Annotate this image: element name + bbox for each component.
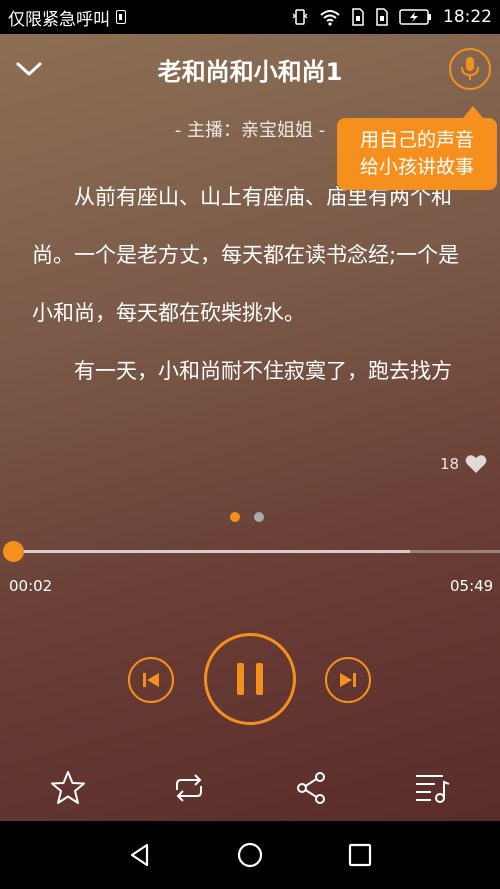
total-time: 05:49 [450,577,494,595]
carrier-text: 仅限紧急呼叫 [8,9,110,30]
like-button[interactable]: 18 [440,454,487,474]
nav-home-button[interactable] [236,841,264,869]
story-text: 从前有座山、山上有座庙、庙里有两个和尚。一个是老方丈，每天都在读书念经;一个是小… [32,168,472,418]
pause-icon [237,663,263,695]
circle-home-icon [237,842,263,868]
playlist-icon [416,775,450,803]
wifi-icon [320,10,340,26]
sim1-icon [352,8,364,26]
story-title: 老和尚和小和尚1 [157,58,343,86]
next-icon [340,673,356,687]
previous-button[interactable] [128,657,174,703]
vibrate-icon [292,9,308,25]
share-button[interactable] [292,768,332,808]
previous-icon [143,673,159,687]
status-time: 18:22 [443,7,492,27]
system-nav-bar [0,821,500,889]
tooltip-line: 用自己的声音 [359,129,474,151]
triangle-back-icon [130,843,149,867]
status-bar: 仅限紧急呼叫 18:22 [0,0,500,34]
page-dot[interactable] [254,512,264,522]
sim-icon [116,10,126,24]
story-paragraph: 有一天，小和尚耐不住寂寞了，跑去找方丈："方丈，方丈，我想读书，"方丈 [32,359,452,418]
heart-icon [465,455,487,473]
nav-back-button[interactable] [126,841,154,869]
sim2-icon [376,8,388,26]
page-dot-active[interactable] [230,512,240,522]
repeat-button[interactable] [169,768,209,808]
star-icon [51,771,85,804]
playlist-button[interactable] [412,768,452,808]
next-button[interactable] [325,657,371,703]
tooltip-line: 给小孩讲故事 [359,156,474,178]
action-bar [0,768,500,808]
square-recent-icon [348,843,372,867]
story-paragraph: 从前有座山、山上有座庙、庙里有两个和尚。一个是老方丈，每天都在读书念经;一个是小… [32,185,460,325]
repeat-icon [176,774,202,802]
favorite-button[interactable] [48,768,88,808]
battery-icon [399,9,431,25]
likes-count: 18 [440,455,460,473]
page-indicator [230,512,264,522]
progress-buffer [14,550,410,553]
current-time: 00:02 [9,577,53,595]
record-tooltip[interactable]: 用自己的声音 给小孩讲故事 [337,106,497,190]
pause-button[interactable] [204,633,296,725]
nav-recent-button[interactable] [346,841,374,869]
microphone-icon [461,57,479,80]
player-screen: 老和尚和小和尚1 - 主播：亲宝姐姐 - 从前有座山、山上有座庙、庙里有两个和尚… [0,34,500,821]
progress-knob[interactable] [3,541,24,562]
share-icon [297,772,325,804]
player-header: 老和尚和小和尚1 [0,34,500,104]
record-voice-button[interactable] [449,48,491,90]
